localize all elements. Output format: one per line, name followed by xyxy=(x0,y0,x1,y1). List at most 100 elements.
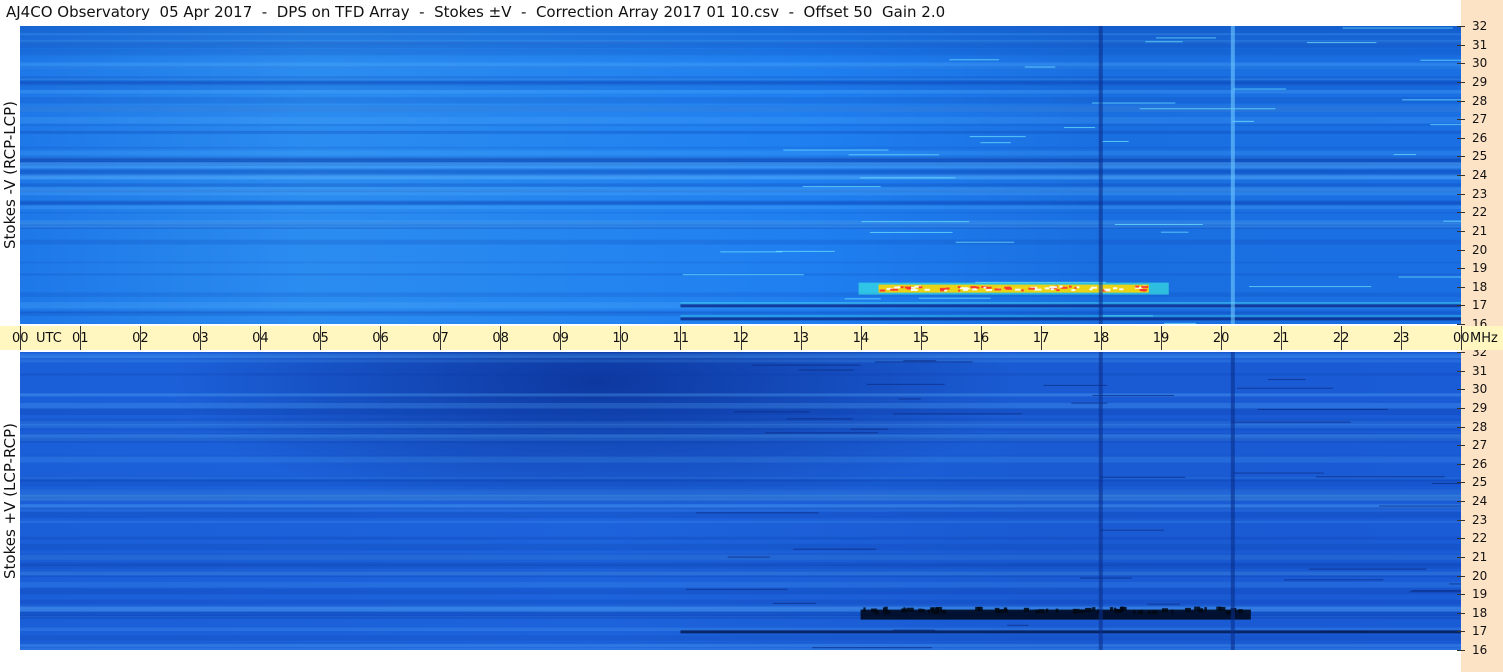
burst-speckle xyxy=(884,606,888,611)
interference-tick xyxy=(1409,591,1461,593)
texture-stripe xyxy=(20,211,1461,214)
texture-stripe xyxy=(20,150,1461,156)
interference-tick xyxy=(1309,568,1427,570)
time-tick-label: 11 xyxy=(672,331,689,346)
texture-stripe xyxy=(20,402,1461,409)
time-tick-label: 04 xyxy=(252,331,269,346)
burst-speckle xyxy=(1050,288,1054,291)
interference-tick xyxy=(1043,384,1108,386)
freq-tick xyxy=(1457,193,1465,195)
freq-tick xyxy=(1457,631,1465,633)
time-tick-label: 21 xyxy=(1272,331,1290,346)
texture-stripe xyxy=(20,48,1461,56)
time-tick-label: 08 xyxy=(492,331,509,346)
interference-tick xyxy=(980,142,1011,144)
interference-tick xyxy=(949,59,1000,61)
interference-tick xyxy=(1160,231,1189,233)
top-panel-ylabel-text: Stokes -V (RCP-LCP) xyxy=(1,101,19,249)
interference-tick xyxy=(1099,476,1186,478)
burst-speckle xyxy=(1035,609,1039,614)
burst-speckle xyxy=(1074,286,1077,289)
texture-stripe xyxy=(20,571,1461,576)
texture-stripe xyxy=(20,563,1461,569)
freq-tick xyxy=(1457,156,1465,158)
burst-speckle xyxy=(1068,285,1072,288)
spectrogram-top-svg xyxy=(20,26,1461,324)
burst-speckle xyxy=(940,289,945,292)
texture-stripe xyxy=(20,161,1461,167)
freq-tick xyxy=(1457,26,1465,27)
burst-speckle xyxy=(933,610,940,615)
burst-speckle xyxy=(1092,607,1096,612)
freq-tick-label: 30 xyxy=(1472,382,1488,397)
time-tick-label: 12 xyxy=(732,331,750,346)
interference-tick xyxy=(1114,223,1203,225)
interference-tick xyxy=(866,383,945,385)
freq-tick-label: 27 xyxy=(1472,438,1488,453)
interference-tick xyxy=(1100,529,1165,531)
burst-speckle xyxy=(963,288,968,291)
interference-tick xyxy=(1147,603,1181,605)
burst-speckle xyxy=(918,286,923,289)
texture-stripe xyxy=(20,589,1461,595)
burst-speckle xyxy=(1059,285,1063,288)
burst-speckle xyxy=(1113,607,1117,612)
interference-tick xyxy=(685,588,788,590)
texture-stripe xyxy=(20,488,1461,496)
time-tick-label: 01 xyxy=(72,331,89,346)
texture-stripe xyxy=(20,355,1461,359)
interference-tick xyxy=(869,231,953,233)
interference-tick xyxy=(682,274,804,276)
interference-tick xyxy=(751,364,861,366)
freq-tick xyxy=(1457,575,1465,577)
burst-speckle xyxy=(967,287,970,290)
freq-tick xyxy=(1457,268,1465,270)
interference-tick xyxy=(918,297,991,299)
texture-stripe xyxy=(20,97,1461,104)
texture-stripe xyxy=(20,41,1461,45)
freq-tick-label: 23 xyxy=(1472,186,1488,201)
interference-tick xyxy=(727,556,771,558)
texture-stripe xyxy=(20,420,1461,425)
burst-speckle xyxy=(994,607,1000,612)
texture-stripe xyxy=(20,188,1461,196)
burst-speckle xyxy=(1085,607,1092,612)
time-tick-label: 16 xyxy=(972,331,990,346)
burst-speckle xyxy=(945,287,948,290)
burst-speckle xyxy=(1132,609,1136,614)
burst-speckle xyxy=(1015,288,1021,291)
texture-stripe xyxy=(20,183,1461,187)
interference-tick xyxy=(1283,579,1384,581)
texture-stripe xyxy=(20,456,1461,463)
interference-tick xyxy=(1155,37,1216,39)
interference-tick xyxy=(1092,102,1176,104)
interference-tick xyxy=(874,361,973,363)
burst-speckle xyxy=(1072,608,1080,613)
horizontal-emission-edge xyxy=(680,315,1461,317)
bottom-panel-ylabel: Stokes +V (LCP-RCP) xyxy=(0,352,20,650)
interference-tick xyxy=(812,647,932,649)
interference-tick xyxy=(783,149,889,151)
burst-speckle xyxy=(1112,287,1118,290)
time-tick-label: 00 xyxy=(12,331,29,346)
vertical-interference xyxy=(1098,352,1103,650)
utc-label: UTC xyxy=(36,331,62,346)
interference-tick xyxy=(1102,140,1129,142)
freq-tick xyxy=(1457,594,1465,596)
freq-tick xyxy=(1457,501,1465,502)
freq-tick xyxy=(1457,305,1465,307)
horizontal-emission-line xyxy=(680,317,1461,321)
freq-tick xyxy=(1457,352,1465,353)
time-tick-label: 02 xyxy=(132,331,149,346)
horizontal-emission-line xyxy=(680,630,1461,634)
spectrogram-top xyxy=(20,26,1461,324)
texture-stripe xyxy=(20,643,1461,647)
freq-tick-label: 28 xyxy=(1472,93,1488,108)
interference-tick xyxy=(1449,583,1461,585)
interference-tick xyxy=(1443,220,1461,222)
texture-stripe xyxy=(20,239,1461,245)
interference-tick xyxy=(969,136,1026,138)
freq-tick-label: 19 xyxy=(1472,261,1488,276)
burst-speckle xyxy=(1045,608,1049,613)
freq-tick xyxy=(1457,445,1465,447)
